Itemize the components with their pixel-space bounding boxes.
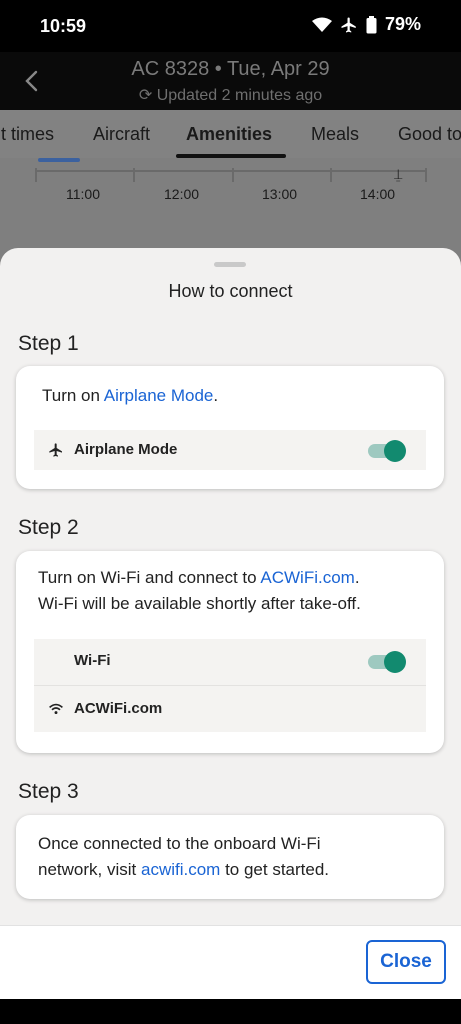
timeline-tick (35, 168, 37, 182)
timeline-tick (232, 168, 234, 182)
flight-timeline: 11:00 12:00 13:00 14:00 ⍊ (0, 158, 461, 248)
status-bar: 10:59 79% (0, 0, 461, 52)
timeline-label: 12:00 (164, 186, 200, 202)
toggle-thumb (384, 651, 406, 673)
step-1-text: Turn on (42, 386, 104, 405)
airplane-icon (341, 17, 356, 32)
step-3-text: network, visit (38, 860, 141, 879)
step-2-card: Turn on Wi-Fi and connect to ACWiFi.com.… (16, 551, 444, 753)
tab-flight-times[interactable]: it times (0, 124, 54, 145)
step-3-text-end: to get started. (220, 860, 330, 879)
timeline-tick (425, 168, 427, 182)
flight-header: AC 8328 • Tue, Apr 29 ⟳ Updated 2 minute… (0, 52, 461, 110)
step-3-label: Step 3 (18, 780, 79, 803)
tab-good-to-know[interactable]: Good to (398, 124, 461, 145)
close-button[interactable]: Close (366, 940, 446, 984)
acwifi-network-label: ACWiFi.com (74, 700, 163, 717)
timeline-tick (133, 168, 135, 182)
airplane-mode-label: Airplane Mode (74, 441, 178, 458)
wifi-toggle[interactable] (368, 651, 406, 673)
airplane-mode-row: Airplane Mode (34, 430, 426, 470)
status-time: 10:59 (40, 16, 87, 36)
step-3-card: Once connected to the onboard Wi-Fi netw… (16, 815, 444, 899)
wifi-label: Wi-Fi (74, 652, 111, 669)
timeline-axis (35, 170, 425, 172)
step-1-label: Step 1 (18, 332, 79, 355)
step-2-text-end: . (354, 568, 360, 587)
acwifi-network-link[interactable]: ACWiFi.com (260, 568, 354, 587)
tab-aircraft[interactable]: Aircraft (93, 124, 150, 145)
status-icons: 79% (311, 14, 421, 35)
step-3-text-line1: Once connected to the onboard Wi-Fi (38, 834, 321, 853)
refresh-icon: ⟳ (138, 87, 153, 104)
wifi-icon (311, 17, 332, 32)
battery-percent: 79% (384, 14, 421, 34)
step-3-instruction: Once connected to the onboard Wi-Fi netw… (38, 831, 426, 883)
airplane-mode-link[interactable]: Airplane Mode (104, 386, 214, 405)
timeline-label: 13:00 (262, 186, 298, 202)
update-status-text: Updated 2 minutes ago (156, 87, 323, 104)
timeline-label: 11:00 (66, 186, 100, 202)
step-1-instruction: Turn on Airplane Mode. (42, 383, 426, 409)
update-status: ⟳ Updated 2 minutes ago (0, 85, 461, 105)
acwifi-network-row[interactable]: ACWiFi.com (34, 686, 426, 732)
airplane-mode-toggle[interactable] (368, 440, 406, 462)
landing-icon: ⍊ (394, 166, 403, 182)
timeline-label: 14:00 (360, 186, 396, 202)
tab-bar: it times Aircraft Amenities Meals Good t… (0, 110, 461, 158)
timeline-tick (330, 168, 332, 182)
step-2-instruction: Turn on Wi-Fi and connect to ACWiFi.com.… (38, 565, 426, 617)
toggle-thumb (384, 440, 406, 462)
tab-meals[interactable]: Meals (311, 124, 359, 145)
sheet-footer: Close (0, 925, 461, 1000)
system-nav-bar (0, 999, 461, 1024)
step-1-card: Turn on Airplane Mode. Airplane Mode (16, 366, 444, 489)
step-2-label: Step 2 (18, 516, 79, 539)
sheet-title: How to connect (168, 281, 293, 301)
timeline-progress (38, 158, 80, 162)
battery-icon (366, 15, 377, 33)
how-to-connect-sheet: How to connect Step 1 Turn on Airplane M… (0, 248, 461, 1024)
sheet-drag-handle[interactable] (214, 262, 246, 267)
app-screen: 10:59 79% AC 8328 • Tue, Apr 29 ⟳ Update… (0, 0, 461, 1024)
step-2-text: Turn on Wi-Fi and connect to (38, 568, 261, 587)
step-2-text-line2: Wi-Fi will be available shortly after ta… (38, 594, 361, 613)
flight-title: AC 8328 • Tue, Apr 29 (131, 58, 330, 80)
tab-amenities[interactable]: Amenities (186, 124, 272, 145)
step-1-text-end: . (213, 386, 219, 405)
wifi-icon (49, 703, 63, 715)
wifi-row: Wi-Fi (34, 639, 426, 685)
airplane-icon (49, 443, 62, 457)
acwifi-website-link[interactable]: acwifi.com (141, 860, 220, 879)
